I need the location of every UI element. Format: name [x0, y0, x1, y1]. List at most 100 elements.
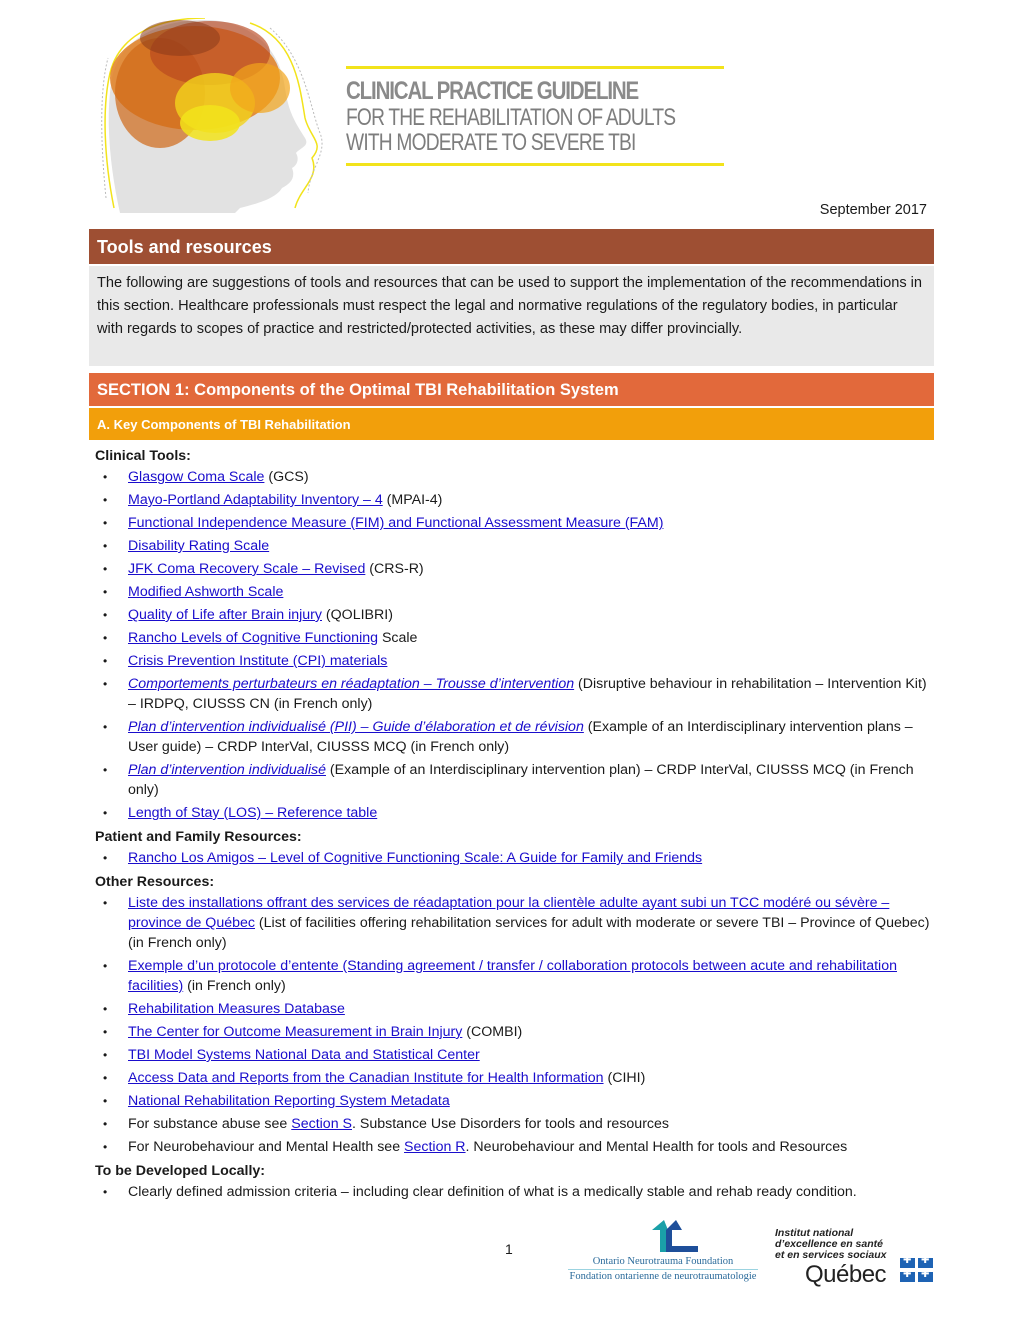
- bullet-icon: •: [103, 851, 108, 865]
- resource-list-item: • Rancho Los Amigos – Level of Cognitive …: [95, 848, 935, 868]
- resource-link[interactable]: Access Data and Reports from the Canadia…: [128, 1070, 604, 1086]
- onf-divider: [568, 1269, 758, 1270]
- resource-list-item: • Mayo-Portland Adaptability Inventory – …: [95, 490, 935, 510]
- bullet-icon: •: [103, 896, 108, 910]
- resource-list-item: • TBI Model Systems National Data and Sta…: [95, 1045, 935, 1065]
- item-description-text: (COMBI): [462, 1024, 523, 1040]
- resource-lists: Clinical Tools: • Glasgow Coma Scale (GCS…: [95, 445, 935, 1205]
- inesss-line3: et en services sociaux: [775, 1249, 887, 1261]
- resource-list-item: • Plan d’intervention individualisé (Exam…: [95, 760, 935, 800]
- tools-resources-heading: Tools and resources: [89, 229, 934, 264]
- item-text: Clearly defined admission criteria – inc…: [128, 1184, 857, 1200]
- item-description-text: . Neurobehaviour and Mental Health for t…: [465, 1139, 848, 1155]
- bullet-icon: •: [103, 470, 108, 484]
- item-description-text: Scale: [378, 630, 418, 646]
- bullet-icon: •: [103, 1140, 108, 1154]
- guideline-head-illustration: [100, 17, 330, 213]
- resource-link[interactable]: Rehabilitation Measures Database: [128, 1001, 345, 1017]
- bullet-icon: •: [103, 1048, 108, 1062]
- item-description-text: (QOLIBRI): [321, 607, 393, 623]
- bullet-icon: •: [103, 1117, 108, 1131]
- resource-link[interactable]: Comportements perturbateurs en réadaptat…: [128, 676, 574, 692]
- guideline-title-block: CLINICAL PRACTICE GUIDELINE FOR THE REHA…: [346, 66, 724, 166]
- title-bottom-rule: [346, 163, 724, 166]
- clinical-tools-list: • Glasgow Coma Scale (GCS) • Mayo-Portland …: [95, 467, 935, 823]
- fleur-de-lis-flag-icon: [900, 1255, 915, 1268]
- resource-link[interactable]: Plan d’intervention individualisé (PII) …: [128, 719, 584, 735]
- patient-family-list: • Rancho Los Amigos – Level of Cognitive …: [95, 848, 935, 868]
- patient-family-label: Patient and Family Resources:: [95, 829, 302, 845]
- resource-list-item: • For Neurobehaviour and Mental Health se…: [95, 1137, 935, 1157]
- resource-link[interactable]: The Center for Outcome Measurement in Br…: [128, 1024, 462, 1040]
- item-prefix-text: For substance abuse see: [128, 1116, 292, 1132]
- bullet-icon: •: [103, 608, 108, 622]
- resource-list-item: • Liste des installations offrant des ser…: [95, 893, 935, 953]
- resource-link[interactable]: National Rehabilitation Reporting System…: [128, 1093, 450, 1109]
- resource-list-item: • Rancho Levels of Cognitive Functioning …: [95, 628, 935, 648]
- resource-link[interactable]: TBI Model Systems National Data and Stat…: [128, 1047, 480, 1063]
- guideline-subtitle-line2: WITH MODERATE TO SEVERE TBI: [346, 129, 636, 156]
- bullet-icon: •: [103, 1185, 108, 1199]
- bullet-icon: •: [103, 806, 108, 820]
- fleur-de-lis-flag-icon: [918, 1255, 933, 1268]
- bullet-icon: •: [103, 1094, 108, 1108]
- page-number: 1: [505, 1241, 513, 1257]
- resource-link[interactable]: Plan d’intervention individualisé: [128, 762, 326, 778]
- item-description-text: (GCS): [264, 469, 309, 485]
- resource-link[interactable]: Section S: [291, 1116, 352, 1132]
- resource-link[interactable]: Quality of Life after Brain injury: [128, 607, 322, 623]
- resource-list-item: • National Rehabilitation Reporting Syste…: [95, 1091, 935, 1111]
- resource-list-item: • For substance abuse see Section S. Subs…: [95, 1114, 935, 1134]
- resource-link[interactable]: JFK Coma Recovery Scale – Revised: [128, 561, 365, 577]
- quebec-wordmark: Québec: [805, 1261, 887, 1288]
- publication-date: September 2017: [819, 202, 927, 218]
- onf-logo: Ontario Neurotrauma Foundation Fondation…: [568, 1218, 758, 1286]
- guideline-title: CLINICAL PRACTICE GUIDELINE: [346, 77, 639, 105]
- guideline-subtitle-line1: FOR THE REHABILITATION OF ADULTS: [346, 104, 676, 131]
- item-prefix-text: For Neurobehaviour and Mental Health see: [128, 1139, 405, 1155]
- title-top-rule: [346, 66, 724, 69]
- resource-list-item: • Length of Stay (LOS) – Reference table: [95, 803, 935, 823]
- resource-list-item: • Exemple d’un protocole d’entente (Stand…: [95, 956, 935, 996]
- onf-emblem-icon: [628, 1220, 698, 1252]
- fleur-de-lis-flag-icon: [900, 1269, 915, 1282]
- item-description-text: (CRS-R): [365, 561, 424, 577]
- resource-link[interactable]: Modified Ashworth Scale: [128, 584, 283, 600]
- onf-name-fr: Fondation ontarienne de neurotraumatolog…: [569, 1271, 757, 1282]
- resource-link[interactable]: Length of Stay (LOS) – Reference table: [128, 805, 377, 821]
- bullet-icon: •: [103, 1071, 108, 1085]
- resource-link[interactable]: Rancho Los Amigos – Level of Cognitive F…: [128, 850, 702, 866]
- bullet-icon: •: [103, 654, 108, 668]
- intro-paragraph: The following are suggestions of tools a…: [89, 266, 934, 366]
- bullet-icon: •: [103, 677, 108, 691]
- resource-list-item: • Access Data and Reports from the Canadi…: [95, 1068, 935, 1088]
- item-description-text: (in French only): [183, 978, 286, 994]
- resource-list-item: • Functional Independence Measure (FIM) a…: [95, 513, 935, 533]
- resource-list-item: • Rehabilitation Measures Database: [95, 999, 935, 1019]
- resource-link[interactable]: Crisis Prevention Institute (CPI) materi…: [128, 653, 387, 669]
- resource-link[interactable]: Functional Independence Measure (FIM) an…: [128, 515, 663, 531]
- resource-list-item: • The Center for Outcome Measurement in B…: [95, 1022, 935, 1042]
- developed-locally-list: • Clearly defined admission criteria – in…: [95, 1182, 935, 1202]
- resource-list-item: • Comportements perturbateurs en réadapta…: [95, 674, 935, 714]
- resource-list-item: • Clearly defined admission criteria – in…: [95, 1182, 935, 1202]
- clinical-tools-label: Clinical Tools:: [95, 448, 191, 464]
- bullet-icon: •: [103, 631, 108, 645]
- resource-list-item: • Glasgow Coma Scale (GCS): [95, 467, 935, 487]
- resource-list-item: • Modified Ashworth Scale: [95, 582, 935, 602]
- resource-link[interactable]: Section R: [404, 1139, 466, 1155]
- fleur-de-lis-flag-icon: [918, 1269, 933, 1282]
- other-resources-list: • Liste des installations offrant des ser…: [95, 893, 935, 1157]
- resource-link[interactable]: Mayo-Portland Adaptability Inventory – 4: [128, 492, 383, 508]
- resource-link[interactable]: Rancho Levels of Cognitive Functioning: [128, 630, 378, 646]
- resource-link[interactable]: Disability Rating Scale: [128, 538, 269, 554]
- onf-name-en: Ontario Neurotrauma Foundation: [592, 1256, 734, 1267]
- resource-list-item: • Plan d’intervention individualisé (PII)…: [95, 717, 935, 757]
- bullet-icon: •: [103, 516, 108, 530]
- item-description-text: (CIHI): [603, 1070, 646, 1086]
- resource-list-item: • Quality of Life after Brain injury (QOL…: [95, 605, 935, 625]
- item-description-text: (MPAI-4): [382, 492, 443, 508]
- resource-link[interactable]: Glasgow Coma Scale: [128, 469, 264, 485]
- bullet-icon: •: [103, 763, 108, 777]
- item-description-text: . Substance Use Disorders for tools and …: [352, 1116, 670, 1132]
